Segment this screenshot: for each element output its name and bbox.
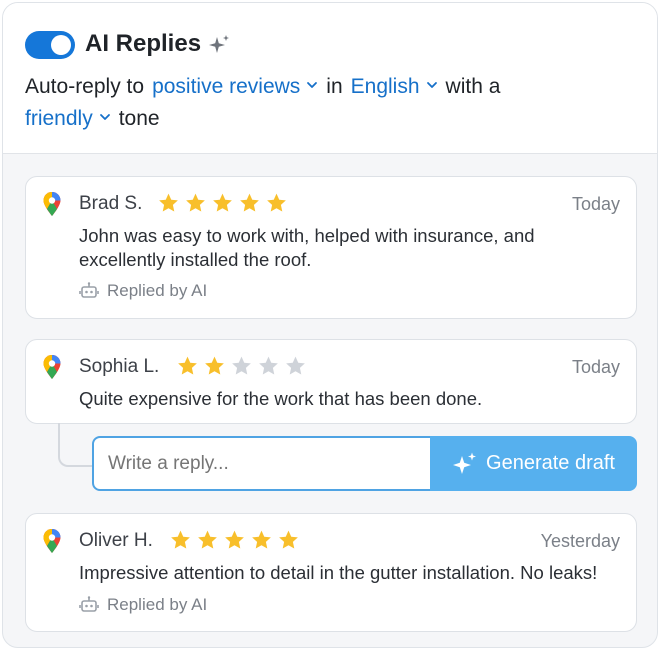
review-date: Yesterday bbox=[540, 531, 620, 551]
review-date: Today bbox=[571, 357, 620, 377]
robot-icon bbox=[79, 282, 99, 298]
review-card: Sophia L. Today Quite expensive for the … bbox=[25, 339, 637, 424]
chevron-down-icon bbox=[99, 114, 110, 120]
star-empty-icon bbox=[286, 356, 305, 375]
review-card: Brad S. Today John was easy to work with… bbox=[25, 176, 637, 319]
status-label: Replied by AI bbox=[107, 281, 208, 300]
replied-by-ai-status: Replied by AI bbox=[79, 281, 207, 301]
tone-label: friendly bbox=[25, 107, 93, 130]
auto-reply-sentence-line1: Auto-reply to positive reviews in English wi… bbox=[25, 75, 500, 99]
star-filled-icon bbox=[178, 356, 197, 375]
sparkle-icon bbox=[453, 452, 477, 474]
sparkle-icon bbox=[209, 35, 229, 53]
tone-word: tone bbox=[118, 107, 160, 130]
panel-title: AI Replies bbox=[85, 30, 202, 57]
star-filled-icon bbox=[186, 193, 205, 212]
star-filled-icon bbox=[279, 530, 298, 549]
star-filled-icon bbox=[213, 193, 232, 212]
review-card: Oliver H. Yesterday Impressive attention… bbox=[25, 513, 637, 632]
star-filled-icon bbox=[171, 530, 190, 549]
review-text: John was easy to work with, helped with … bbox=[79, 225, 535, 270]
review-filter-dropdown[interactable]: positive reviews bbox=[152, 75, 318, 98]
settings-header: AI Replies Auto-reply to positive reviews… bbox=[3, 3, 657, 154]
star-filled-icon bbox=[198, 530, 217, 549]
reviewer-name: Brad S. bbox=[79, 193, 143, 214]
reply-connector bbox=[58, 423, 94, 467]
star-filled-icon bbox=[267, 193, 286, 212]
google-maps-icon bbox=[43, 529, 61, 553]
star-filled-icon bbox=[225, 530, 244, 549]
with-word: with a bbox=[445, 75, 501, 98]
star-filled-icon bbox=[252, 530, 271, 549]
star-filled-icon bbox=[159, 193, 178, 212]
language-dropdown[interactable]: English bbox=[351, 75, 438, 98]
language-label: English bbox=[350, 75, 420, 98]
replied-by-ai-status: Replied by AI bbox=[79, 595, 207, 615]
robot-icon bbox=[79, 596, 99, 612]
tone-dropdown[interactable]: friendly bbox=[25, 107, 111, 130]
reviewer-name: Oliver H. bbox=[79, 530, 153, 551]
reply-input[interactable] bbox=[92, 436, 432, 491]
review-date: Today bbox=[571, 194, 620, 214]
reviewer-name: Sophia L. bbox=[79, 356, 160, 377]
star-rating bbox=[176, 355, 307, 377]
review-text: Quite expensive for the work that has be… bbox=[79, 388, 483, 409]
generate-draft-button[interactable]: Generate draft bbox=[430, 436, 637, 491]
toggle-knob bbox=[51, 35, 71, 55]
auto-reply-prefix: Auto-reply to bbox=[25, 75, 145, 98]
star-rating bbox=[157, 192, 288, 214]
google-maps-icon bbox=[43, 355, 61, 379]
star-filled-icon bbox=[240, 193, 259, 212]
review-filter-label: positive reviews bbox=[152, 75, 301, 98]
in-word: in bbox=[326, 75, 343, 98]
review-text: Impressive attention to detail in the gu… bbox=[79, 562, 598, 583]
chevron-down-icon bbox=[307, 82, 318, 88]
status-label: Replied by AI bbox=[107, 595, 208, 614]
star-empty-icon bbox=[232, 356, 251, 375]
google-maps-icon bbox=[43, 192, 61, 216]
ai-replies-card: AI Replies Auto-reply to positive reviews… bbox=[2, 2, 658, 648]
chevron-down-icon bbox=[426, 82, 437, 88]
star-filled-icon bbox=[205, 356, 224, 375]
generate-draft-label: Generate draft bbox=[486, 452, 615, 474]
star-rating bbox=[169, 529, 300, 551]
ai-replies-toggle[interactable] bbox=[25, 31, 75, 59]
star-empty-icon bbox=[259, 356, 278, 375]
auto-reply-sentence-line2: friendly tone bbox=[25, 107, 160, 131]
